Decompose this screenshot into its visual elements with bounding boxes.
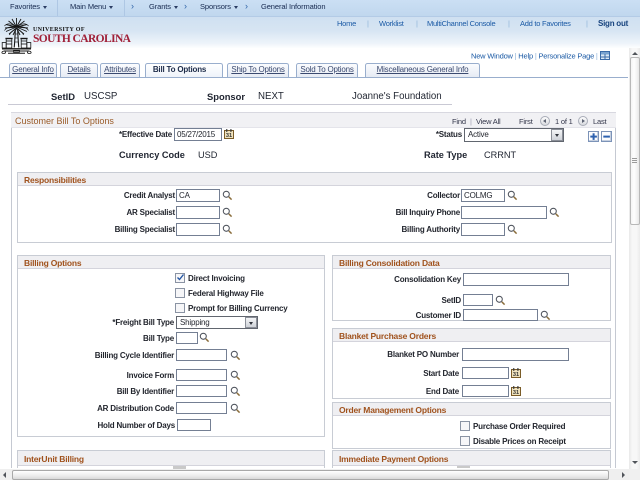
svg-text:31: 31 [513,390,519,396]
svg-text:31: 31 [226,133,232,139]
svg-text:31: 31 [513,372,519,378]
